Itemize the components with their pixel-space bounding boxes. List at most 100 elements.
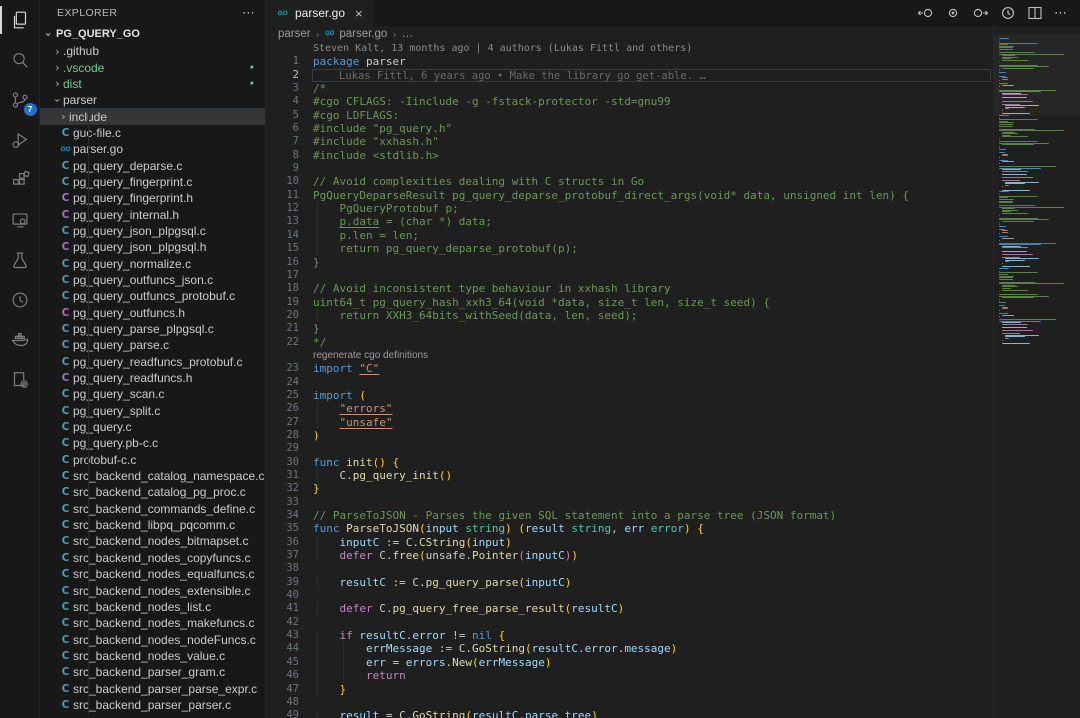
code-line-37[interactable]: 37 defer C.free(unsafe.Pointer(inputC)) (266, 549, 993, 562)
tree-item-src-backend-catalog-namespace-c[interactable]: Csrc_backend_catalog_namespace.c (40, 468, 265, 484)
code-line-11[interactable]: 11PgQueryDeparseResult pg_query_deparse_… (266, 189, 993, 202)
code-line-6[interactable]: 6#include "pg_query.h" (266, 122, 993, 135)
code-line-31[interactable]: 31 C.pg_query_init() (266, 469, 993, 482)
tree-item-src-backend-nodes-equalfuncs-c[interactable]: Csrc_backend_nodes_equalfuncs.c (40, 566, 265, 582)
tree-item-src-backend-catalog-pg-proc-c[interactable]: Csrc_backend_catalog_pg_proc.c (40, 484, 265, 500)
code-line-1[interactable]: 1package parser (266, 55, 993, 68)
tree-item-pg-query-pb-c-c[interactable]: Cpg_query.pb-c.c (40, 435, 265, 451)
code-line-39[interactable]: 39 resultC := C.pg_query_parse(inputC) (266, 576, 993, 589)
search-button[interactable] (0, 40, 40, 80)
code-line-30[interactable]: 30func init() { (266, 456, 993, 469)
code-line-5[interactable]: 5#cgo LDFLAGS: (266, 109, 993, 122)
open-changes-prev-icon[interactable] (917, 5, 934, 21)
tree-item-pg-query-deparse-c[interactable]: Cpg_query_deparse.c (40, 157, 265, 173)
tree-item-pg-query-readfuncs-h[interactable]: Cpg_query_readfuncs.h (40, 370, 265, 386)
open-changes-icon[interactable] (945, 5, 961, 21)
tree-item-guc-file-c[interactable]: Cguc-file.c (40, 125, 265, 141)
tree-item-src-backend-parser-parser-c[interactable]: Csrc_backend_parser_parser.c (40, 697, 265, 713)
code-line-23[interactable]: 23import "C" (266, 362, 993, 375)
code-line-34[interactable]: 34// ParseToJSON - Parses the given SQL … (266, 509, 993, 522)
code-line-9[interactable]: 9 (266, 162, 993, 175)
open-changes-next-icon[interactable] (972, 5, 989, 21)
breadcrumb-file[interactable]: parser.go (339, 28, 387, 40)
tree-item-pg-query-readfuncs-protobuf-c[interactable]: Cpg_query_readfuncs_protobuf.c (40, 354, 265, 370)
code-line-4[interactable]: 4#cgo CFLAGS: -Iinclude -g -fstack-prote… (266, 95, 993, 108)
code-line-22[interactable]: 22*/ (266, 336, 993, 349)
project-manager-button[interactable] (0, 360, 40, 400)
tree-item-pg-query-outfuncs-json-c[interactable]: Cpg_query_outfuncs_json.c (40, 272, 265, 288)
tree-item-pg-query-parse-plpgsql-c[interactable]: Cpg_query_parse_plpgsql.c (40, 321, 265, 337)
tree-item-pg-query-outfuncs-h[interactable]: Cpg_query_outfuncs.h (40, 305, 265, 321)
code-line-2[interactable]: 2Lukas Fittl, 6 years ago • Make the lib… (266, 69, 993, 82)
tree-item-pg-query-parse-c[interactable]: Cpg_query_parse.c (40, 337, 265, 353)
code-line-14[interactable]: 14 p.len = len; (266, 229, 993, 242)
tree-item-pg-query-json-plpgsql-c[interactable]: Cpg_query_json_plpgsql.c (40, 223, 265, 239)
code-line-10[interactable]: 10// Avoid complexities dealing with C s… (266, 175, 993, 188)
code-line-8[interactable]: 8#include <stdlib.h> (266, 149, 993, 162)
code-line-29[interactable]: 29 (266, 442, 993, 455)
code-line-28[interactable]: 28) (266, 429, 993, 442)
code-line-41[interactable]: 41 defer C.pg_query_free_parse_result(re… (266, 602, 993, 615)
tree-item-src-backend-parser-gram-c[interactable]: Csrc_backend_parser_gram.c (40, 664, 265, 680)
code-line-26[interactable]: 26 "errors" (266, 402, 993, 415)
code-line-44[interactable]: 44 errMessage := C.GoString(resultC.erro… (266, 642, 993, 655)
code-line-43[interactable]: 43 if resultC.error != nil { (266, 629, 993, 642)
code-line-33[interactable]: 33 (266, 496, 993, 509)
views-more-actions-icon[interactable]: ⋯ (242, 9, 255, 17)
tree-item-src-backend-parser-parse-expr-c[interactable]: Csrc_backend_parser_parse_expr.c (40, 680, 265, 696)
code-line-46[interactable]: 46 return (266, 669, 993, 682)
codelens-regenerate[interactable]: regenerate cgo definitions (266, 349, 993, 362)
tree-item-src-backend-nodes-bitmapset-c[interactable]: Csrc_backend_nodes_bitmapset.c (40, 533, 265, 549)
breadcrumb-symbol[interactable]: … (402, 28, 414, 40)
code-line-16[interactable]: 16} (266, 256, 993, 269)
tree-item-src-backend-nodes-list-c[interactable]: Csrc_backend_nodes_list.c (40, 599, 265, 615)
code-line-19[interactable]: 19uint64_t pg_query_hash_xxh3_64(void *d… (266, 296, 993, 309)
code-line-7[interactable]: 7#include "xxhash.h" (266, 135, 993, 148)
tree-item-src-backend-nodes-value-c[interactable]: Csrc_backend_nodes_value.c (40, 648, 265, 664)
tree-item-protobuf-c-c[interactable]: Cprotobuf-c.c (40, 452, 265, 468)
code-line-49[interactable]: 49 result = C.GoString(resultC.parse_tre… (266, 709, 993, 718)
tree-item-pg-query-fingerprint-c[interactable]: Cpg_query_fingerprint.c (40, 174, 265, 190)
tree-item-parser-go[interactable]: GOparser.go (40, 141, 265, 157)
code-line-32[interactable]: 32} (266, 482, 993, 495)
code-line-15[interactable]: 15 return pg_query_deparse_protobuf(p); (266, 242, 993, 255)
code-line-13[interactable]: 13 p.data = (char *) data; (266, 215, 993, 228)
remote-explorer-button[interactable] (0, 200, 40, 240)
code-line-20[interactable]: 20 return XXH3_64bits_withSeed(data, len… (266, 309, 993, 322)
tree-item-src-backend-nodes-copyfuncs-c[interactable]: Csrc_backend_nodes_copyfuncs.c (40, 550, 265, 566)
code-line-24[interactable]: 24 (266, 376, 993, 389)
tree-item-pg-query-scan-c[interactable]: Cpg_query_scan.c (40, 386, 265, 402)
code-line-21[interactable]: 21} (266, 322, 993, 335)
breadcrumb-folder[interactable]: parser (278, 28, 311, 40)
tree-item-pg-query-c[interactable]: Cpg_query.c (40, 419, 265, 435)
testing-button[interactable] (0, 240, 40, 280)
tree-item-pg-query-fingerprint-h[interactable]: Cpg_query_fingerprint.h (40, 190, 265, 206)
tree-item-src-backend-nodes-extensible-c[interactable]: Csrc_backend_nodes_extensible.c (40, 582, 265, 598)
minimap[interactable] (993, 26, 1080, 718)
tree-item-src-backend-nodes-nodefuncs-c[interactable]: Csrc_backend_nodes_nodeFuncs.c (40, 631, 265, 647)
code-line-18[interactable]: 18// Avoid inconsistent type behaviour i… (266, 282, 993, 295)
tree-item-src-backend-nodes-makefuncs-c[interactable]: Csrc_backend_nodes_makefuncs.c (40, 615, 265, 631)
tree-item-src-backend-libpq-pqcomm-c[interactable]: Csrc_backend_libpq_pqcomm.c (40, 517, 265, 533)
code-editor[interactable]: Steven Kalt, 13 months ago | 4 authors (… (266, 42, 993, 718)
code-line-47[interactable]: 47 } (266, 683, 993, 696)
tree-item-src-backend-commands-define-c[interactable]: Csrc_backend_commands_define.c (40, 501, 265, 517)
code-line-25[interactable]: 25import ( (266, 389, 993, 402)
close-icon[interactable]: × (355, 6, 363, 21)
tree-item-dist[interactable]: ›dist● (40, 76, 265, 92)
code-line-42[interactable]: 42 (266, 616, 993, 629)
tree-item-pg-query-internal-h[interactable]: Cpg_query_internal.h (40, 206, 265, 222)
file-history-clock-icon[interactable] (1000, 5, 1016, 21)
more-actions-icon[interactable]: ⋯ (1054, 5, 1068, 21)
code-line-12[interactable]: 12 PgQueryProtobuf p; (266, 202, 993, 215)
tree-item--github[interactable]: ›.github (40, 43, 265, 59)
tree-item-pg-query-normalize-c[interactable]: Cpg_query_normalize.c (40, 255, 265, 271)
tree-item-pg-query-outfuncs-protobuf-c[interactable]: Cpg_query_outfuncs_protobuf.c (40, 288, 265, 304)
code-line-48[interactable]: 48 (266, 696, 993, 709)
tree-item--vscode[interactable]: ›.vscode● (40, 59, 265, 75)
tree-item-include[interactable]: ›include (40, 108, 265, 124)
code-line-17[interactable]: 17 (266, 269, 993, 282)
extensions-button[interactable] (0, 160, 40, 200)
code-line-36[interactable]: 36 inputC := C.CString(input) (266, 536, 993, 549)
run-and-debug-button[interactable] (0, 120, 40, 160)
